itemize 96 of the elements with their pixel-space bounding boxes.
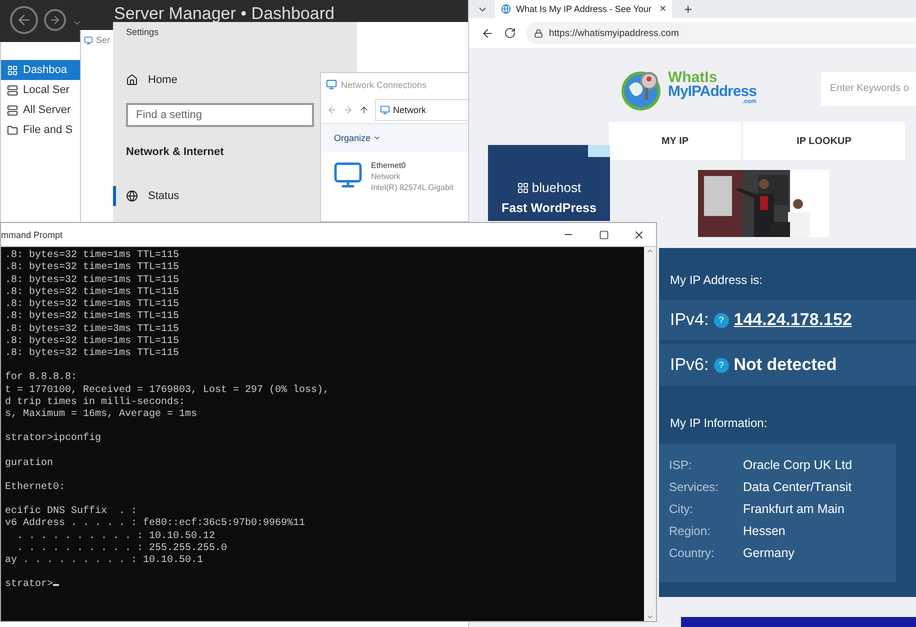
console-line: ay . . . . . . . . . : 10.10.50.1: [5, 555, 204, 568]
sidebar-item[interactable]: File and S: [1, 120, 81, 140]
logo-text: MyIPAddress: [668, 85, 756, 99]
item-icon: [7, 84, 18, 96]
info-label: City:: [669, 502, 694, 518]
refresh-icon[interactable]: [504, 27, 516, 39]
console-line: strator>: [5, 579, 644, 592]
console-line: .8: bytes=32 time=1ms TTL=115: [5, 348, 180, 360]
info-value: Hessen: [743, 524, 786, 540]
search-field[interactable]: Enter Keywords o: [821, 72, 916, 106]
info-label: Services:: [669, 480, 720, 496]
back-button[interactable]: [10, 6, 38, 34]
network-adapter-icon: [333, 160, 363, 190]
item-icon: [7, 124, 18, 136]
globe-icon: [501, 4, 511, 14]
console-line: .8: bytes=32 time=1ms TTL=115: [5, 299, 180, 310]
console-line: .8: bytes=32 time=1ms TTL=115: [5, 336, 180, 348]
globe-icon: [126, 190, 138, 202]
forward-arrow-icon: [49, 14, 61, 26]
tab-close-button[interactable]: ×: [660, 3, 666, 15]
window-title: Ser: [96, 35, 110, 45]
panel-heading: My IP Information:: [669, 416, 768, 430]
console-line: ecific DNS Suffix . :: [5, 506, 138, 518]
nav-item[interactable]: Status: [126, 184, 180, 208]
info-label: Country:: [669, 546, 716, 562]
scroll-down-icon: [646, 613, 654, 621]
panel-heading: My IP Address is:: [669, 272, 764, 289]
ip-value: Not detected: [734, 355, 837, 375]
console-line: .8: bytes=32 time=1ms TTL=115: [5, 274, 180, 286]
sidebar-item[interactable]: Dashboa: [1, 60, 81, 80]
lock-icon: [534, 28, 543, 38]
console-line: guration: [5, 458, 54, 470]
maximize-icon: [598, 230, 608, 240]
grid-logo-icon: [516, 182, 529, 194]
home-icon: [126, 74, 138, 86]
brand-name: bluehost: [532, 180, 582, 195]
ip-label: IPv4:: [670, 310, 709, 330]
info-value: Frankfurt am Main: [743, 502, 846, 518]
ad-headline: Fast WordPress: [502, 201, 596, 215]
new-tab-button[interactable]: +: [672, 0, 704, 18]
forward-icon: [343, 104, 353, 114]
sidebar-item[interactable]: All Server: [1, 100, 81, 120]
console-line: . . . . . . . . . . : 255.255.255.0: [16, 542, 228, 555]
back-icon[interactable]: [481, 26, 494, 40]
console-line: for 8.8.8.8:: [5, 372, 78, 384]
window-title: mmand Prompt: [1, 230, 63, 240]
info-value: Oracle Corp UK Ltd: [743, 458, 854, 474]
monitor-icon: [380, 104, 390, 114]
nav-link[interactable]: IP LOOKUP: [743, 122, 905, 160]
app-icon: [84, 36, 93, 44]
app-icon: [326, 79, 337, 90]
item-icon: [7, 64, 18, 76]
console-line: .8: bytes=32 time=1ms TTL=115: [5, 286, 180, 298]
console-line: Ethernet0:: [5, 482, 66, 494]
console-line: t = 1770100, Received = 1769803, Lost = 297 (0% loss),: [5, 384, 330, 396]
adapter-status: Network: [371, 171, 402, 182]
console-line: .8: bytes=32 time=1ms TTL=115: [5, 262, 180, 274]
close-icon: [632, 228, 644, 240]
console-line: v6 Address . . . . . : fe80::ecf:36c5:97b0:9969%11: [5, 518, 306, 530]
info-value: Data Center/Transit: [743, 480, 853, 496]
scroll-up-icon: [646, 247, 654, 255]
adapter-name: Ethernet0: [371, 160, 407, 171]
item-icon: [7, 104, 18, 116]
console-line: d trip times in milli-seconds:: [5, 396, 186, 408]
browser-tab[interactable]: What Is My IP Address - See Your ×: [495, 0, 672, 18]
address-bar[interactable]: https://whatismyipaddress.com: [526, 22, 916, 44]
console-line: .8: bytes=32 time=1ms TTL=115: [5, 311, 180, 324]
scrollbar[interactable]: [644, 247, 656, 621]
sidebar-item[interactable]: Local Ser: [1, 80, 81, 100]
info-label: ISP:: [669, 458, 693, 474]
window-title: Network Connections: [341, 80, 427, 90]
info-value: Germany: [743, 546, 796, 562]
caret-icon: [372, 134, 381, 142]
ad-banner[interactable]: bluehost Fast WordPress: [488, 145, 610, 221]
window-title: Server Manager • Dashboard: [114, 4, 334, 24]
section-heading: Network & Internet: [126, 146, 225, 158]
ip-address-link[interactable]: 144.24.178.152: [734, 310, 852, 330]
search-field[interactable]: Find a setting: [126, 103, 314, 127]
console-line: .8: bytes=32 time=1ms TTL=115: [5, 250, 180, 262]
nav-link[interactable]: MY IP: [609, 122, 741, 160]
info-label: Region:: [669, 524, 712, 540]
console-line: . . . . . . . . . . : 10.10.50.12: [16, 530, 216, 543]
adapter-device: Intel(R) 82574L Gigabit: [371, 182, 454, 193]
address-field[interactable]: Network: [375, 98, 469, 120]
window-title: Settings: [126, 27, 160, 37]
organize-button[interactable]: Organize: [334, 133, 381, 143]
ip-label: IPv6:: [670, 355, 709, 375]
home-link[interactable]: Home: [126, 68, 178, 92]
console-line: .8: bytes=32 time=3ms TTL=115: [5, 324, 180, 336]
console-line: s, Maximum = 16ms, Average = 1ms: [5, 409, 198, 422]
back-icon: [327, 104, 337, 114]
forward-button[interactable]: [44, 9, 66, 31]
console-line: strator>ipconfig: [5, 433, 102, 446]
up-icon: [359, 104, 369, 114]
logo-text: WhatIs: [668, 71, 718, 85]
tab-title: What Is My IP Address - See Your: [516, 4, 652, 14]
